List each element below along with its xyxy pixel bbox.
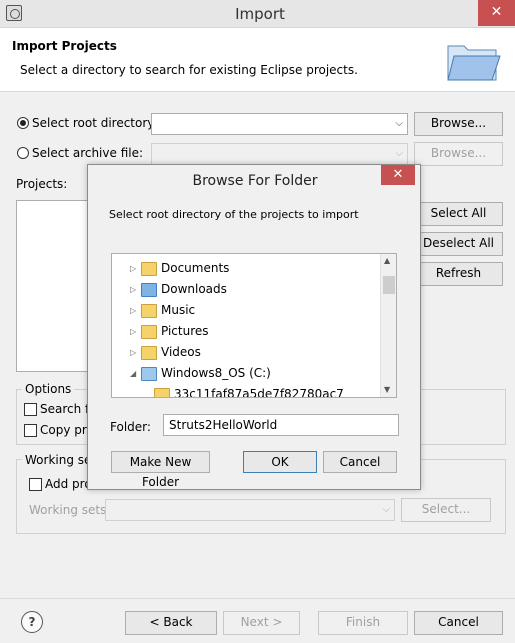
dialog-close-button[interactable]: ✕ xyxy=(381,165,415,185)
root-directory-label: Select root directory: xyxy=(32,116,158,130)
dialog-ok-button[interactable]: OK xyxy=(243,451,317,473)
footer-divider xyxy=(0,598,515,599)
root-directory-radio[interactable] xyxy=(17,117,29,129)
folder-icon xyxy=(154,388,170,397)
window-close-button[interactable]: ✕ xyxy=(478,0,515,26)
search-nested-checkbox[interactable] xyxy=(24,403,37,416)
scroll-down-icon[interactable]: ▼ xyxy=(384,385,390,394)
chevron-down-icon: ⌵ xyxy=(382,504,390,515)
dialog-instruction: Select root directory of the projects to… xyxy=(109,208,359,221)
browse-archive-button[interactable]: Browse... xyxy=(414,142,503,166)
folder-input-value: Struts2HelloWorld xyxy=(169,418,278,432)
expand-arrow-icon[interactable]: ▷ xyxy=(130,342,136,363)
browse-for-folder-dialog: Browse For Folder ✕ Select root director… xyxy=(87,164,421,490)
folder-download-icon xyxy=(141,283,157,297)
tree-item-label: Windows8_OS (C:) xyxy=(161,366,271,380)
root-directory-combo[interactable]: ⌵ xyxy=(151,113,408,135)
select-all-button[interactable]: Select All xyxy=(414,202,503,226)
chevron-down-icon: ⌵ xyxy=(395,118,403,129)
next-button[interactable]: Next > xyxy=(223,611,300,635)
browse-root-button[interactable]: Browse... xyxy=(414,112,503,136)
expand-arrow-icon[interactable]: ▷ xyxy=(130,300,136,321)
refresh-button[interactable]: Refresh xyxy=(414,262,503,286)
title-bar: Import ✕ xyxy=(0,0,515,28)
projects-label: Projects: xyxy=(16,177,68,191)
working-sets-label: Working sets: xyxy=(29,503,111,517)
folder-label: Folder: xyxy=(110,420,151,434)
folder-icon xyxy=(141,262,157,276)
tree-item-label: Pictures xyxy=(161,324,209,338)
tree-item-label: 33c11faf87a5de7f82780ac7 xyxy=(174,387,344,398)
add-to-working-sets-checkbox[interactable] xyxy=(29,478,42,491)
banner-description: Select a directory to search for existin… xyxy=(20,63,358,77)
wizard-banner: Import Projects Select a directory to se… xyxy=(0,28,515,92)
tree-item-label: Downloads xyxy=(161,282,227,296)
deselect-all-button[interactable]: Deselect All xyxy=(414,232,503,256)
folder-tree[interactable]: ▲ ▼ ▷ Documents ▷ Downloads ▷ Music ▷ Pictures ▷… xyxy=(111,253,397,398)
tree-scrollbar[interactable]: ▲ ▼ xyxy=(380,254,396,397)
banner-title: Import Projects xyxy=(12,39,117,53)
drive-icon xyxy=(141,367,157,381)
tree-item-label: Music xyxy=(161,303,196,317)
folder-input[interactable]: Struts2HelloWorld xyxy=(163,414,399,436)
cancel-button[interactable]: Cancel xyxy=(414,611,503,635)
dialog-title: Browse For Folder xyxy=(192,173,318,189)
chevron-down-icon: ⌵ xyxy=(395,148,403,159)
scroll-up-icon[interactable]: ▲ xyxy=(384,256,390,265)
collapse-arrow-icon[interactable]: ◢ xyxy=(130,363,136,384)
window-title: Import xyxy=(235,5,285,23)
archive-file-radio[interactable] xyxy=(17,147,29,159)
folder-pictures-icon xyxy=(141,325,157,339)
help-icon[interactable]: ? xyxy=(21,611,43,633)
folder-music-icon xyxy=(141,304,157,318)
expand-arrow-icon[interactable]: ▷ xyxy=(130,279,136,300)
tree-item-label: Documents xyxy=(161,261,230,275)
options-group-title: Options xyxy=(22,382,75,396)
expand-arrow-icon[interactable]: ▷ xyxy=(130,321,136,342)
scroll-thumb[interactable] xyxy=(383,276,395,294)
folder-videos-icon xyxy=(141,346,157,360)
tree-item-label: Videos xyxy=(161,345,201,359)
archive-file-combo[interactable]: ⌵ xyxy=(151,143,408,165)
select-working-sets-button[interactable]: Select... xyxy=(401,498,491,522)
expand-arrow-icon[interactable]: ▷ xyxy=(130,258,136,279)
copy-projects-checkbox[interactable] xyxy=(24,424,37,437)
folder-open-icon xyxy=(447,45,501,81)
add-to-working-sets-label: Add pro xyxy=(45,477,92,491)
dialog-cancel-button[interactable]: Cancel xyxy=(323,451,397,473)
make-new-folder-button[interactable]: Make New Folder xyxy=(111,451,210,489)
finish-button[interactable]: Finish xyxy=(318,611,408,635)
archive-file-label: Select archive file: xyxy=(32,146,144,160)
copy-projects-label: Copy pro xyxy=(40,423,94,437)
back-button[interactable]: < Back xyxy=(125,611,217,635)
working-sets-combo[interactable]: ⌵ xyxy=(105,499,395,521)
